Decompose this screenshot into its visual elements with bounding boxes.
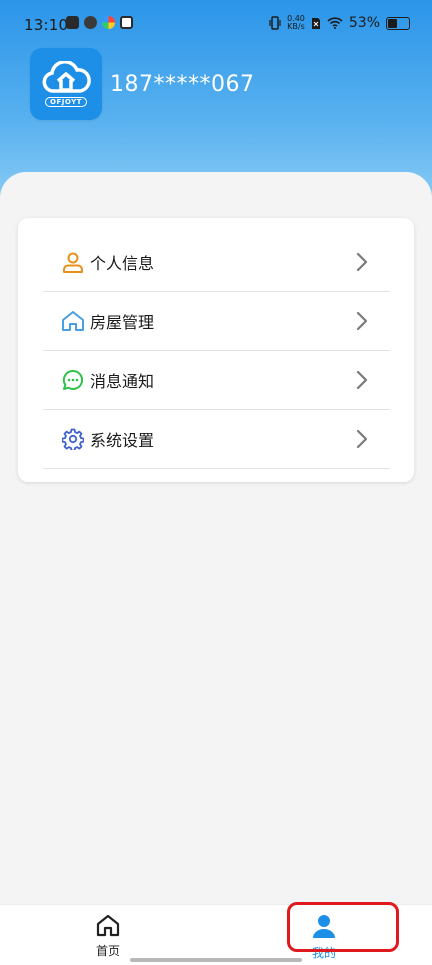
profile-header: OFJOYT 187*****067 [30, 48, 254, 120]
home-icon [96, 914, 120, 937]
notification-app-icon [84, 16, 97, 29]
status-right-group: 0.40 KB/s 53% [269, 15, 410, 31]
house-icon [61, 309, 85, 333]
network-speed: 0.40 KB/s [287, 15, 305, 31]
gesture-home-indicator[interactable] [130, 958, 302, 962]
menu-item-personal-info[interactable]: 个人信息 [43, 233, 390, 292]
chevron-right-icon [356, 429, 368, 449]
notification-app-icon [66, 16, 79, 29]
vibrate-icon [269, 16, 281, 30]
status-time: 13:10 [24, 16, 69, 34]
person-icon [61, 250, 85, 274]
chat-bubble-icon [61, 368, 85, 392]
menu-item-label: 房屋管理 [90, 313, 155, 332]
menu-item-message-notifications[interactable]: 消息通知 [43, 351, 390, 410]
menu-item-label: 个人信息 [90, 254, 155, 273]
battery-percent: 53% [348, 15, 380, 31]
notification-app-icon [120, 16, 133, 29]
status-notification-icons [66, 16, 133, 29]
notification-app-icon [102, 16, 115, 29]
chevron-right-icon [356, 370, 368, 390]
menu-item-label: 系统设置 [90, 431, 155, 450]
app-logo: OFJOYT [30, 48, 102, 120]
menu-item-system-settings[interactable]: 系统设置 [43, 410, 390, 469]
chevron-right-icon [356, 252, 368, 272]
tab-home[interactable]: 首页 [68, 913, 148, 959]
network-speed-unit: KB/s [287, 22, 305, 31]
status-bar: 13:10 0.40 KB/s 53% [0, 0, 432, 50]
wifi-icon [327, 17, 343, 29]
menu-card: 个人信息 房屋管理 消息通知 系统设置 [18, 218, 414, 482]
menu-item-house-management[interactable]: 房屋管理 [43, 292, 390, 351]
cloud-home-icon [42, 61, 91, 93]
user-phone: 187*****067 [110, 71, 255, 97]
tab-home-label: 首页 [95, 944, 120, 958]
gear-icon [61, 427, 85, 451]
battery-icon [386, 16, 410, 30]
menu-item-label: 消息通知 [90, 372, 155, 391]
logo-text: OFJOYT [45, 97, 87, 107]
chevron-right-icon [356, 311, 368, 331]
highlight-annotation-box [287, 902, 399, 952]
sim-icon [311, 17, 320, 29]
